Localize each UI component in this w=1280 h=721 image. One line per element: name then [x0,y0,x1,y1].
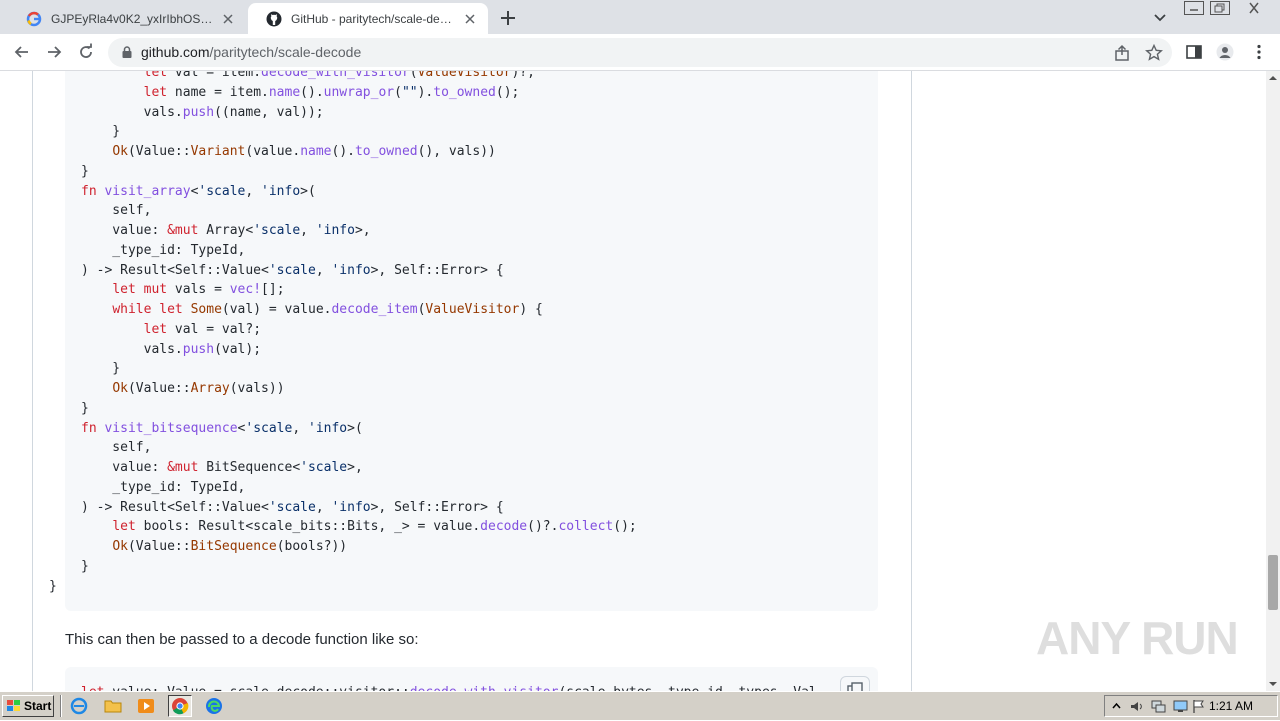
chrome-icon [172,698,189,715]
code-line: let mut vals = vec![]; [112,282,285,298]
network-icon[interactable] [1151,699,1166,714]
code-line: } [81,163,89,179]
code-line: self, [81,203,152,219]
code-line: ) -> Result<Self::Value<'scale, 'info>, … [81,499,504,515]
code-line: Ok(Value::Array(vals)) [112,381,285,396]
url-path: /paritytech/scale-decode [209,44,362,60]
code-line: } [81,361,121,377]
chevron-down-icon[interactable] [1152,9,1168,25]
side-panel-icon[interactable] [1185,43,1203,61]
media-player-icon[interactable] [137,697,155,715]
code-line: } [81,400,89,416]
tab-title: GitHub - paritytech/scale-decode: De [291,11,456,26]
share-icon[interactable] [1113,44,1131,62]
flag-icon[interactable] [1191,699,1206,714]
back-arrow-icon[interactable] [12,42,32,62]
code-line: self, [81,440,152,456]
close-icon[interactable] [462,11,478,27]
code-line: } [81,558,89,574]
code-line: vals.push((name, val)); [81,104,324,120]
minimize-icon[interactable] [1184,1,1204,15]
url-domain: github.com [141,44,210,60]
code-line: fn visit_bitsequence<'scale, 'info>( [81,420,363,436]
bookmark-star-icon[interactable] [1145,44,1163,62]
browser-toolbar: github.com/paritytech/scale-decode [0,34,1280,71]
windows-taskbar: Start 1:21 AM [0,691,1280,720]
tab-title: GJPEyRla4v0K2_yxIrIbhOS1xvxa8f- [51,11,214,26]
vertical-scrollbar[interactable] [1266,71,1280,691]
code-line: value: &mut BitSequence<'scale>, [81,460,363,475]
system-tray: 1:21 AM [1104,695,1278,717]
new-tab-plus-icon[interactable] [498,8,518,28]
code-line: let bools: Result<scale_bits::Bits, _> =… [112,519,637,535]
scroll-up-arrow-icon[interactable] [1266,71,1280,85]
code-line: } [81,124,121,140]
more-menu-icon[interactable] [1250,43,1268,61]
url-text: github.com/paritytech/scale-decode [141,44,361,60]
code-line: while let Some(val) = value.decode_item(… [112,302,543,317]
code-line: _type_id: TypeId, [81,242,246,258]
code-line: Ok(Value::Variant(value.name().to_owned(… [112,144,496,159]
close-icon[interactable] [220,11,236,27]
restore-icon[interactable] [1210,1,1230,15]
reload-icon[interactable] [76,42,96,62]
paragraph-text: This can then be passed to a decode func… [65,631,419,648]
lock-icon[interactable] [120,45,134,59]
scrollbar-thumb[interactable] [1268,555,1278,610]
taskbar-separator [60,695,62,717]
code-line: value: &mut Array<'scale, 'info>, [81,223,371,238]
tab-google[interactable]: GJPEyRla4v0K2_yxIrIbhOS1xvxa8f- [8,3,246,34]
code-line: vals.push(val); [81,341,262,357]
scroll-down-arrow-icon[interactable] [1266,677,1280,691]
layout-border-right [911,71,912,691]
tab-github[interactable]: GitHub - paritytech/scale-decode: De [248,3,488,34]
profile-avatar-icon[interactable] [1216,43,1234,61]
code-line: let name = item.name().unwrap_or("").to_… [143,84,520,100]
address-bar[interactable]: github.com/paritytech/scale-decode [108,38,1172,67]
forward-arrow-icon[interactable] [44,42,64,62]
windows-logo-icon [7,700,20,711]
tab-strip: GJPEyRla4v0K2_yxIrIbhOS1xvxa8f- GitHub -… [0,0,1280,34]
start-button[interactable]: Start [2,695,54,717]
code-line: ) -> Result<Self::Value<'scale, 'info>, … [81,262,504,278]
folder-icon[interactable] [104,697,122,715]
copy-button[interactable] [840,676,870,691]
display-icon[interactable] [1173,699,1188,714]
close-window-icon[interactable] [1244,1,1264,15]
clock: 1:21 AM [1209,699,1254,713]
code-line: let val = val?; [143,321,262,337]
volume-icon[interactable] [1129,699,1144,714]
code-line: Ok(Value::BitSequence(bools?)) [112,539,348,554]
start-label: Start [24,699,52,713]
code-line: fn visit_array<'scale, 'info>( [81,183,316,199]
watermark-logo: ANY RUN [1036,612,1239,664]
chrome-taskbar-button[interactable] [168,695,192,717]
google-g-icon [26,11,42,26]
tray-expand-icon[interactable] [1109,699,1124,714]
code-text: let val = item.decode_with_visitor(Value… [49,71,637,596]
layout-border-left [32,71,33,691]
code-line: } [49,578,57,594]
page-content: let val = item.decode_with_visitor(Value… [0,71,1266,691]
copy-icon [847,682,863,691]
ie-icon[interactable] [70,697,88,715]
code-line: _type_id: TypeId, [81,479,246,495]
github-icon [266,11,282,26]
code-line: let val = item.decode_with_visitor(Value… [143,71,535,80]
edge-icon[interactable] [205,697,223,715]
